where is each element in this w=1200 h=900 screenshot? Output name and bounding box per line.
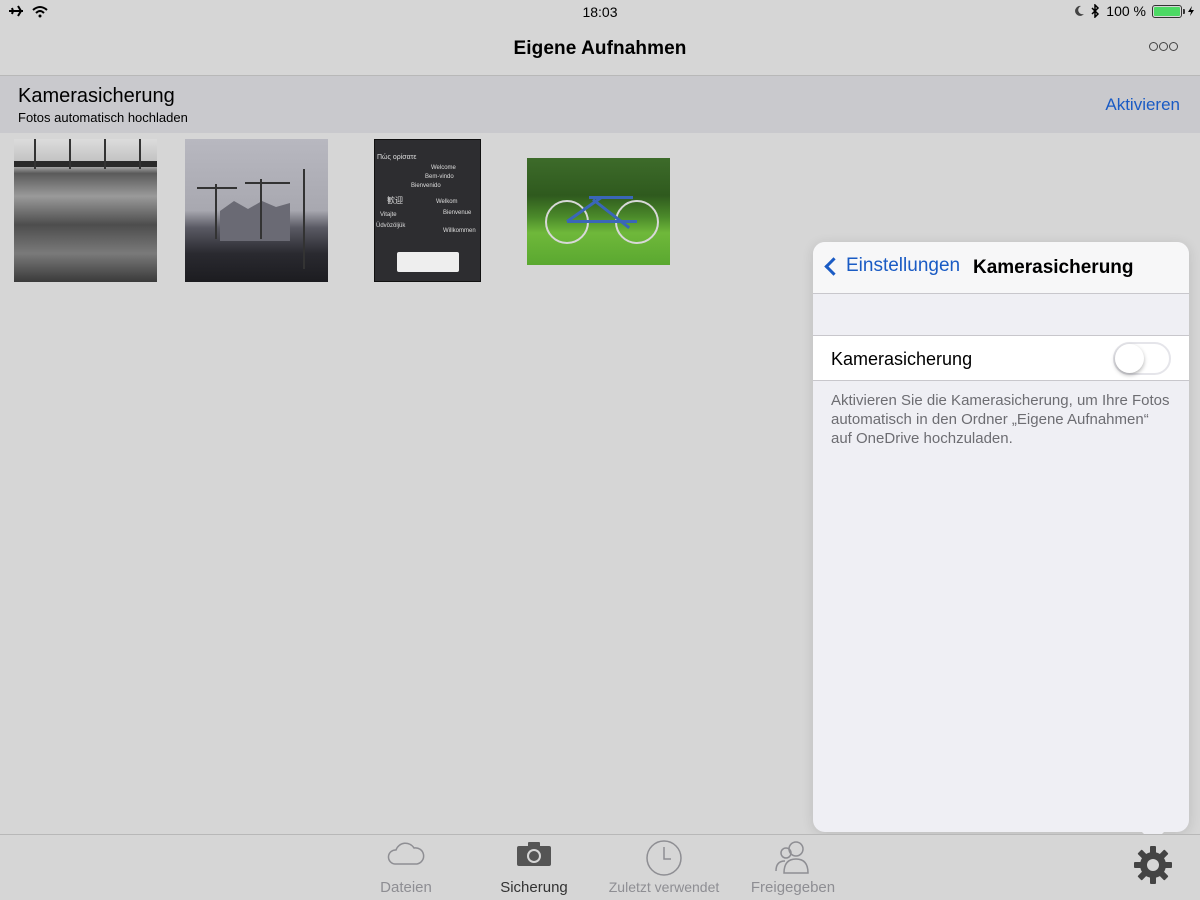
welcome-text: Πώς ορίσατε	[377, 154, 417, 161]
welcome-text: Bienvenue	[443, 210, 472, 216]
activate-button[interactable]: Aktivieren	[1105, 95, 1180, 115]
camera-backup-toggle[interactable]	[1113, 342, 1171, 375]
page-title: Eigene Aufnahmen	[513, 38, 687, 59]
camera-backup-settings-popover: Einstellungen Kamerasicherung Kamerasich…	[813, 242, 1189, 832]
banner-subtitle: Fotos automatisch hochladen	[18, 110, 188, 125]
banner-title: Kamerasicherung	[18, 85, 175, 107]
camera-backup-description: Aktivieren Sie die Kamerasicherung, um I…	[831, 392, 1170, 447]
login-box	[397, 252, 459, 272]
welcome-text: Bem-vindo	[425, 174, 454, 180]
battery-text: 100 %	[1106, 3, 1146, 19]
welcome-text: Welkom	[436, 199, 458, 205]
camera-backup-label: Kamerasicherung	[831, 349, 973, 369]
welcome-text: Üdvözöljük	[376, 223, 406, 229]
chevron-left-icon	[824, 256, 843, 276]
bluetooth-icon	[1091, 4, 1100, 18]
tab-shared[interactable]: Freigegeben	[743, 835, 843, 900]
popover-navigation-bar: Einstellungen Kamerasicherung	[813, 242, 1189, 294]
battery-icon	[1152, 4, 1185, 18]
charging-icon	[1188, 6, 1194, 16]
welcome-text: Willkommen	[443, 228, 476, 234]
photo-thumbnail-construction[interactable]	[185, 139, 328, 282]
camera-backup-banner: Kamerasicherung Fotos automatisch hochla…	[0, 76, 1200, 133]
tab-recent-label: Zuletzt verwendet	[608, 879, 720, 895]
camera-backup-setting-row: Kamerasicherung	[813, 335, 1189, 381]
welcome-text: Vitajte	[380, 212, 397, 218]
gear-icon[interactable]	[1133, 845, 1173, 885]
photo-thumbnail-bicycle[interactable]	[527, 158, 670, 265]
tab-backup-label: Sicherung	[500, 879, 568, 896]
tab-backup[interactable]: Sicherung	[484, 835, 584, 900]
tab-files[interactable]: Dateien	[356, 835, 456, 900]
photo-thumbnail-bridge[interactable]	[14, 139, 157, 282]
clock-icon	[646, 840, 682, 876]
cloud-icon	[387, 842, 425, 865]
welcome-text: 歓迎	[387, 196, 403, 205]
status-bar: 18:03 100 %	[0, 0, 1200, 24]
tab-files-label: Dateien	[380, 879, 432, 896]
photo-thumbnail-welcome-screen[interactable]: Πώς ορίσατε Welcome Bem-vindo Bienvenido…	[374, 139, 481, 282]
tab-shared-label: Freigegeben	[750, 879, 836, 896]
popover-title: Kamerasicherung	[973, 257, 1134, 278]
people-icon	[775, 841, 809, 874]
toggle-knob	[1115, 344, 1144, 373]
back-button[interactable]: Einstellungen	[823, 255, 960, 277]
welcome-text: Welcome	[431, 165, 456, 171]
tab-recent[interactable]: Zuletzt verwendet	[604, 835, 724, 900]
tab-bar: Dateien Sicherung Zuletzt verwendet Frei…	[0, 834, 1200, 900]
status-time: 18:03	[582, 4, 618, 20]
navigation-bar: Eigene Aufnahmen	[0, 24, 1200, 76]
more-icon[interactable]	[1149, 42, 1178, 51]
moon-icon	[1075, 5, 1085, 16]
welcome-text: Bienvenido	[411, 183, 441, 189]
status-right: 100 %	[1074, 3, 1194, 19]
back-button-label: Einstellungen	[846, 255, 961, 276]
camera-icon	[517, 842, 551, 866]
